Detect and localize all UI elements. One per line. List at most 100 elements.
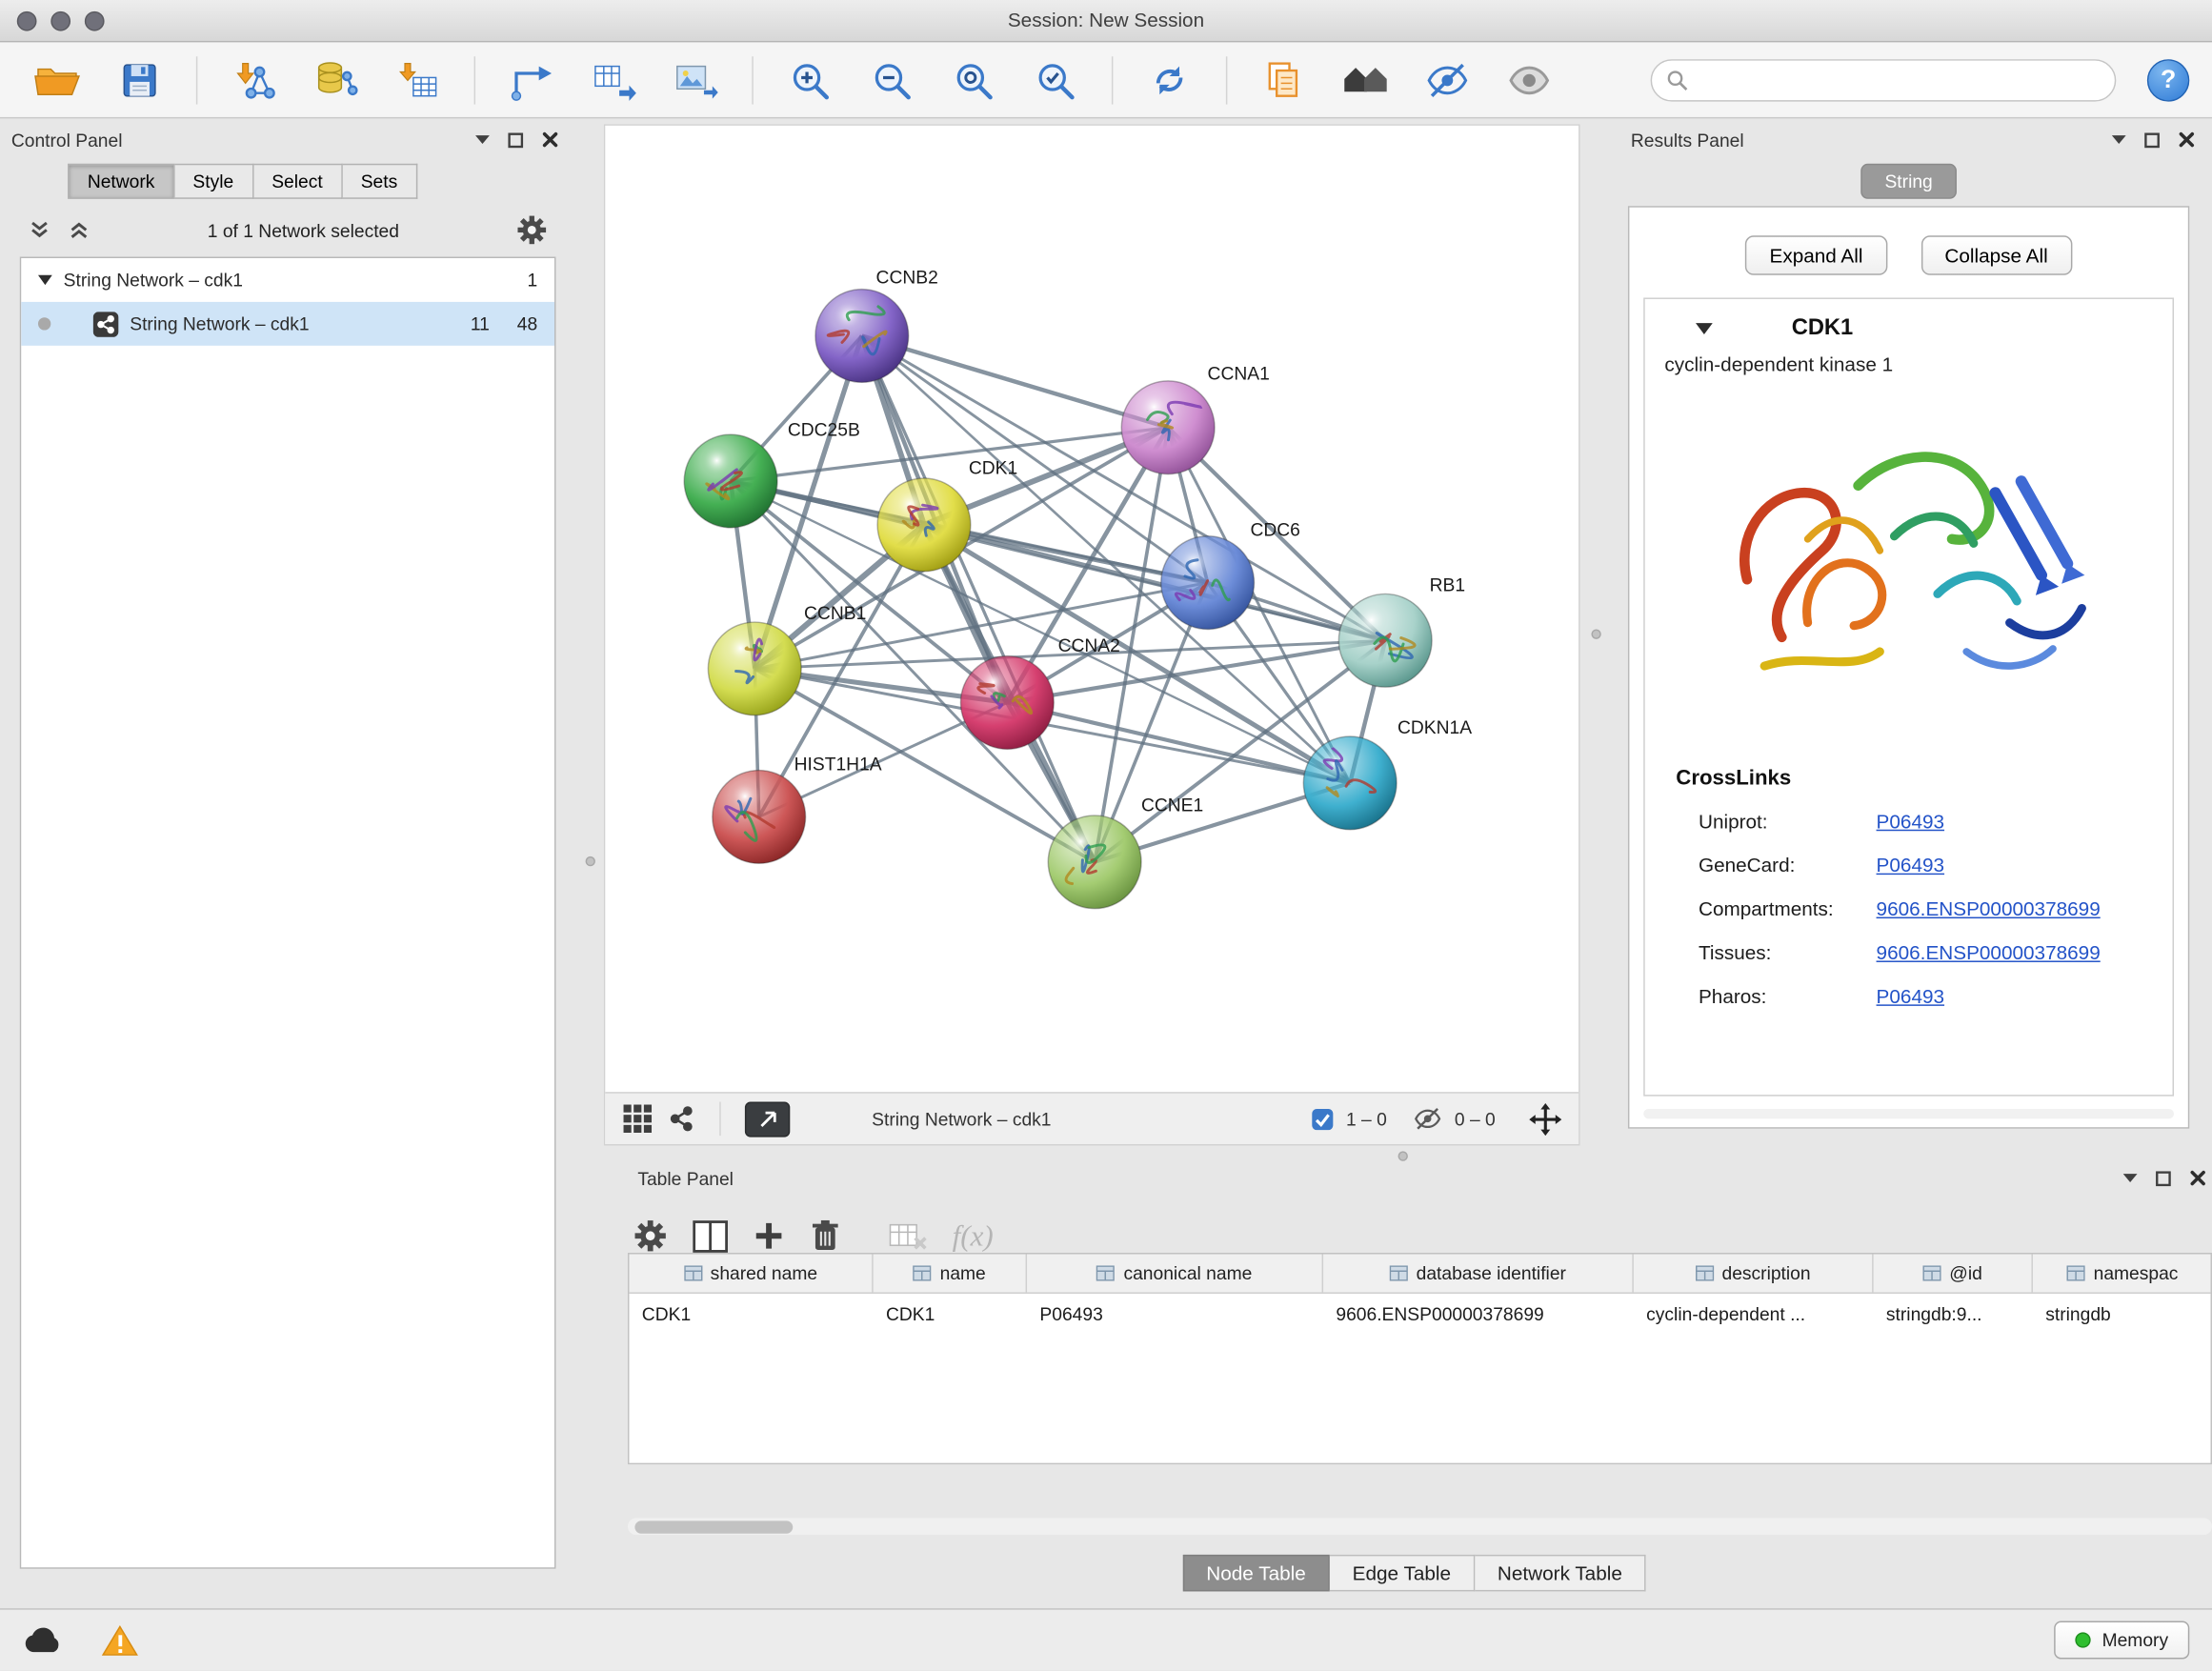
cloud-status-button[interactable]	[23, 1624, 65, 1656]
column-header[interactable]: description	[1634, 1254, 1874, 1292]
minimize-window-button[interactable]	[50, 11, 70, 31]
network-collection-row[interactable]: String Network – cdk1 1	[21, 258, 554, 302]
help-button[interactable]: ?	[2147, 58, 2189, 100]
results-scrollbar[interactable]	[1643, 1109, 2174, 1118]
zoom-in-button[interactable]	[774, 49, 845, 111]
table-row[interactable]: CDK1 CDK1 P06493 9606.ENSP00000378699 cy…	[629, 1294, 2210, 1333]
network-node-rb1[interactable]: RB1	[1338, 575, 1465, 687]
close-panel-button[interactable]	[2178, 131, 2195, 149]
birdseye-toggle-button[interactable]	[745, 1101, 790, 1137]
splitter-handle[interactable]	[1398, 1151, 1408, 1160]
network-edge[interactable]	[862, 335, 1168, 427]
node-label: CCNA1	[1208, 364, 1270, 384]
save-session-button[interactable]	[105, 49, 175, 111]
crosslink-link[interactable]: P06493	[1877, 853, 1944, 876]
show-all-button[interactable]	[1494, 49, 1564, 111]
tab-sets[interactable]: Sets	[342, 164, 417, 199]
crosslink-link[interactable]: P06493	[1877, 984, 1944, 1007]
trash-icon	[810, 1218, 841, 1253]
crosslink-link[interactable]: 9606.ENSP00000378699	[1877, 940, 2101, 963]
new-table-button[interactable]	[578, 49, 649, 111]
tab-network[interactable]: Network	[68, 164, 174, 199]
zoom-selected-button[interactable]	[1020, 49, 1091, 111]
maximize-panel-button[interactable]	[2144, 131, 2160, 147]
float-panel-button[interactable]	[2112, 134, 2126, 146]
tab-style[interactable]: Style	[174, 164, 253, 199]
maximize-window-button[interactable]	[85, 11, 105, 31]
network-view-title: String Network – cdk1	[872, 1108, 1051, 1129]
function-builder-button-disabled[interactable]: f(x)	[953, 1218, 994, 1254]
network-row[interactable]: String Network – cdk1 11 48	[21, 302, 554, 346]
open-session-button[interactable]	[23, 49, 93, 111]
create-column-button[interactable]	[754, 1220, 785, 1252]
zoom-fit-button[interactable]	[938, 49, 1009, 111]
zoom-out-button[interactable]	[856, 49, 927, 111]
network-node-cdkn1a[interactable]: CDKN1A	[1303, 718, 1472, 830]
refresh-layout-button[interactable]	[1135, 49, 1205, 111]
export-image-button[interactable]	[660, 49, 731, 111]
close-window-button[interactable]	[17, 11, 37, 31]
delete-column-button[interactable]	[810, 1218, 841, 1253]
delete-table-button-disabled[interactable]	[889, 1219, 927, 1252]
network-node-cdk1[interactable]: CDK1	[877, 459, 1017, 572]
tab-node-table[interactable]: Node Table	[1182, 1555, 1330, 1592]
maximize-panel-button[interactable]	[508, 131, 523, 147]
grid-icon	[622, 1103, 654, 1135]
expand-all-button[interactable]: Expand All	[1745, 235, 1886, 274]
string-app-icon	[93, 312, 119, 337]
search-box[interactable]	[1651, 58, 2117, 100]
column-type-icon	[1096, 1265, 1115, 1280]
network-canvas[interactable]: CCNB2CCNA1CDC25BCDK1CDC6RB1CCNB1CCNA2CDK…	[605, 126, 1581, 1095]
hide-selected-button[interactable]	[1412, 49, 1482, 111]
close-panel-button[interactable]	[542, 131, 559, 149]
column-header[interactable]: shared name	[629, 1254, 873, 1292]
share-view-button[interactable]	[667, 1105, 695, 1134]
network-view-toolbar: String Network – cdk1 1 – 0 0 – 0	[605, 1092, 1579, 1144]
pan-mode-button[interactable]	[1529, 1102, 1561, 1135]
tab-select[interactable]: Select	[253, 164, 343, 199]
collapse-all-button[interactable]: Collapse All	[1920, 235, 2072, 274]
column-header[interactable]: @id	[1874, 1254, 2033, 1292]
collapse-all-button[interactable]	[29, 220, 51, 240]
tab-network-table[interactable]: Network Table	[1475, 1555, 1646, 1592]
search-input[interactable]	[1699, 70, 2101, 91]
table-options-button[interactable]	[633, 1218, 668, 1253]
show-columns-button[interactable]	[693, 1219, 728, 1252]
save-icon	[120, 60, 159, 99]
network-node-ccnb1[interactable]: CCNB1	[708, 604, 866, 715]
import-network-database-button[interactable]	[300, 49, 371, 111]
tab-edge-table[interactable]: Edge Table	[1330, 1555, 1475, 1592]
table-panel: Table Panel f(x) shared name name canoni…	[616, 1162, 2212, 1608]
new-network-button[interactable]	[496, 49, 567, 111]
crosslink-link[interactable]: 9606.ENSP00000378699	[1877, 896, 2101, 919]
column-header[interactable]: namespac	[2033, 1254, 2212, 1292]
tab-string[interactable]: String	[1860, 164, 1957, 199]
float-panel-button[interactable]	[2123, 1173, 2138, 1184]
warnings-button[interactable]	[102, 1623, 139, 1658]
neighbors-button[interactable]	[1330, 49, 1400, 111]
chevron-down-icon	[2112, 134, 2126, 146]
network-options-button[interactable]	[516, 214, 548, 246]
splitter-handle[interactable]	[1591, 629, 1600, 638]
column-header[interactable]: name	[874, 1254, 1027, 1292]
float-panel-button[interactable]	[475, 134, 490, 146]
expand-all-button[interactable]	[68, 220, 90, 240]
grid-view-button[interactable]	[622, 1103, 654, 1135]
import-table-file-button[interactable]	[382, 49, 452, 111]
network-node-ccna1[interactable]: CCNA1	[1121, 364, 1270, 473]
network-node-hist1h1a[interactable]: HIST1H1A	[713, 755, 882, 864]
column-header[interactable]: canonical name	[1027, 1254, 1323, 1292]
column-header[interactable]: database identifier	[1323, 1254, 1634, 1292]
splitter-handle[interactable]	[586, 856, 595, 866]
copy-document-button[interactable]	[1249, 49, 1319, 111]
network-edge[interactable]	[1007, 702, 1350, 782]
import-network-file-button[interactable]	[219, 49, 290, 111]
maximize-panel-button[interactable]	[2156, 1170, 2171, 1185]
close-panel-button[interactable]	[2189, 1170, 2206, 1187]
network-node-ccnb2[interactable]: CCNB2	[815, 269, 938, 383]
network-edge[interactable]	[862, 335, 1095, 861]
crosslink-link[interactable]: P06493	[1877, 809, 1944, 832]
memory-button[interactable]: Memory	[2054, 1621, 2189, 1660]
collapse-section-button[interactable]	[1696, 322, 1713, 336]
scrollbar-thumb[interactable]	[634, 1520, 793, 1533]
